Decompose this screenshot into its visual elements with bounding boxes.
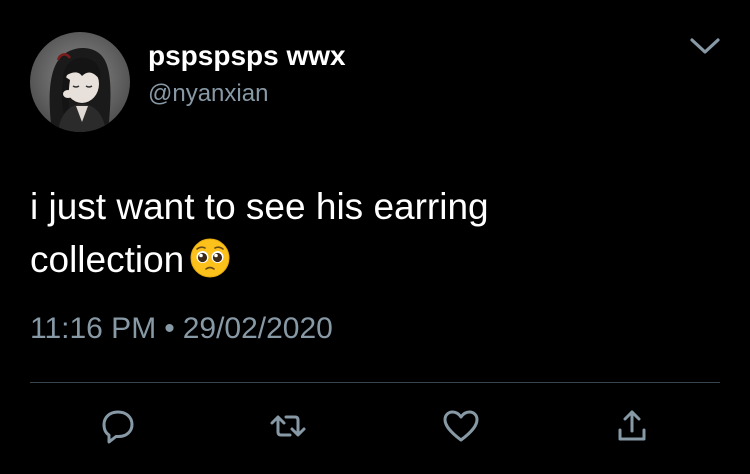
tweet-date: 29/02/2020 (182, 312, 333, 345)
anime-character-avatar-image (49, 47, 111, 132)
tweet-time: 11:16 PM (30, 312, 157, 345)
heart-icon[interactable] (439, 404, 483, 448)
chevron-down-icon[interactable] (688, 32, 722, 60)
reply-icon[interactable] (96, 404, 140, 448)
retweet-icon[interactable] (266, 404, 310, 448)
tweet-text-line: i just want to see his earring (30, 186, 489, 227)
action-bar (0, 404, 750, 454)
tweet-text-fragment: collection (30, 239, 185, 280)
user-handle[interactable]: @nyanxian (148, 80, 268, 108)
tweet-text: i just want to see his earring collectio… (30, 180, 720, 286)
pleading-face-emoji (190, 238, 230, 278)
divider (30, 382, 720, 383)
display-name[interactable]: pspspsps wwx (148, 40, 346, 72)
share-icon[interactable] (610, 404, 654, 448)
tweet-card: pspspsps wwx @nyanxian i just want to se… (0, 0, 750, 474)
tweet-timestamp[interactable]: 11:16 PM • 29/02/2020 (30, 312, 333, 346)
meta-separator: • (164, 312, 175, 345)
tweet-text-line: collection (30, 233, 720, 286)
avatar[interactable] (30, 32, 130, 132)
